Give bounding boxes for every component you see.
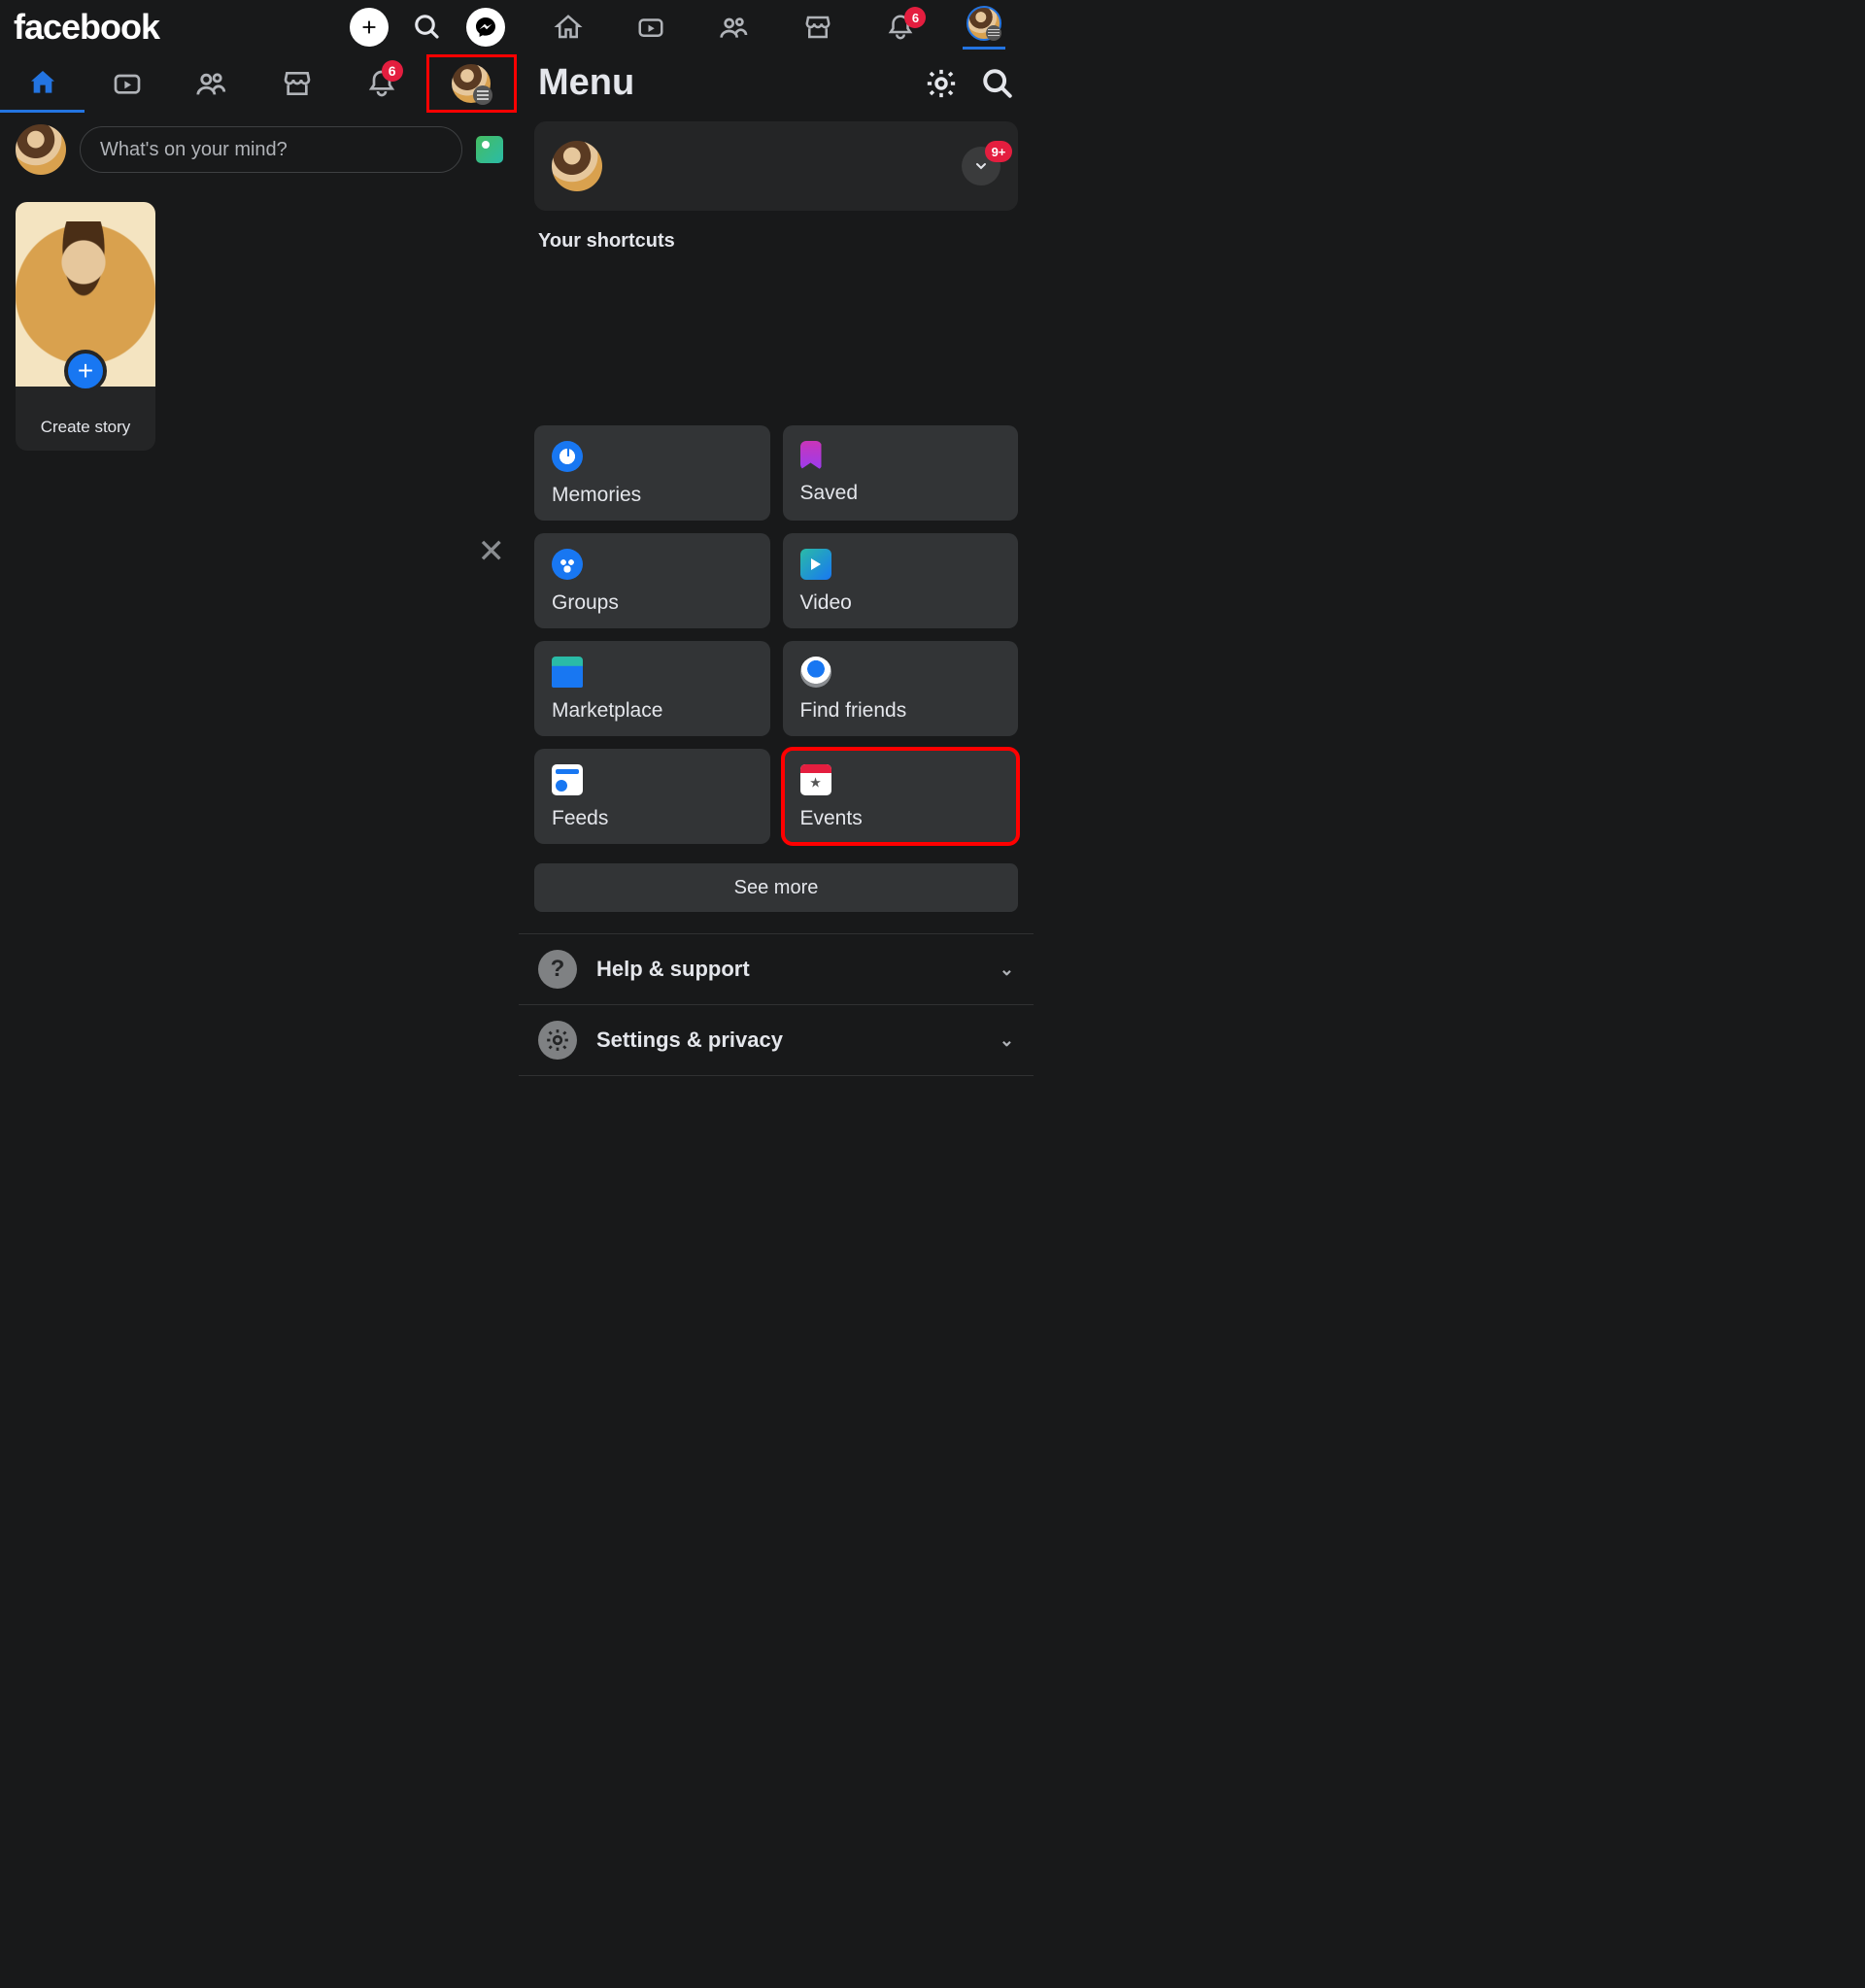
friends-icon bbox=[195, 67, 228, 100]
nav-tabs: 6 bbox=[0, 54, 519, 113]
menu-overlay-icon bbox=[473, 85, 492, 105]
tile-label: Events bbox=[800, 807, 1001, 830]
marketplace-icon bbox=[552, 657, 583, 688]
profile-avatar bbox=[966, 6, 1001, 41]
home-icon bbox=[27, 67, 58, 98]
tile-label: Saved bbox=[800, 482, 1001, 505]
menu-title: Menu bbox=[538, 62, 634, 104]
menu-overlay-icon bbox=[986, 25, 1001, 41]
tile-memories[interactable]: Memories bbox=[534, 425, 770, 521]
tab-notifications[interactable]: 6 bbox=[339, 54, 424, 113]
tile-label: Marketplace bbox=[552, 699, 753, 723]
search-button[interactable] bbox=[981, 67, 1014, 100]
profile-avatar bbox=[452, 64, 491, 103]
rt-friends[interactable] bbox=[713, 12, 756, 43]
notification-badge: 6 bbox=[904, 7, 926, 28]
home-screen: facebook 6 bbox=[0, 0, 519, 1101]
video-icon bbox=[112, 68, 143, 99]
create-button[interactable] bbox=[350, 8, 389, 47]
video-icon bbox=[636, 13, 665, 42]
gear-icon bbox=[538, 1021, 577, 1060]
tile-label: Feeds bbox=[552, 807, 753, 830]
search-icon bbox=[413, 13, 442, 42]
tile-video[interactable]: Video bbox=[783, 533, 1019, 628]
tab-profile-menu[interactable] bbox=[426, 54, 517, 113]
saved-icon bbox=[800, 441, 822, 470]
topbar-actions bbox=[350, 8, 505, 47]
help-icon: ? bbox=[538, 950, 577, 989]
facebook-logo[interactable]: facebook bbox=[14, 7, 326, 48]
messenger-icon bbox=[474, 16, 497, 39]
composer: What's on your mind? bbox=[0, 113, 519, 186]
tile-groups[interactable]: Groups bbox=[534, 533, 770, 628]
messenger-button[interactable] bbox=[466, 8, 505, 47]
accordion-help[interactable]: ? Help & support ⌄ bbox=[519, 934, 1034, 1005]
plus-icon: + bbox=[64, 350, 107, 392]
rt-notifications[interactable]: 6 bbox=[879, 13, 922, 42]
see-more-label: See more bbox=[734, 877, 819, 899]
create-story-label: Create story bbox=[16, 387, 155, 451]
events-icon: ★ bbox=[800, 764, 831, 795]
search-icon bbox=[981, 67, 1014, 100]
menu-header-actions bbox=[925, 67, 1014, 100]
tab-friends[interactable] bbox=[170, 54, 254, 113]
composer-placeholder: What's on your mind? bbox=[100, 139, 288, 161]
search-button[interactable] bbox=[408, 8, 447, 47]
tile-marketplace[interactable]: Marketplace bbox=[534, 641, 770, 736]
accordion: ? Help & support ⌄ Settings & privacy ⌄ bbox=[519, 933, 1034, 1076]
accordion-settings[interactable]: Settings & privacy ⌄ bbox=[519, 1005, 1034, 1076]
tile-events[interactable]: ★ Events bbox=[783, 749, 1019, 844]
right-topbar: 6 bbox=[519, 0, 1034, 54]
close-icon[interactable]: ✕ bbox=[478, 532, 506, 571]
rt-video[interactable] bbox=[629, 13, 672, 42]
marketplace-icon bbox=[803, 13, 832, 42]
profile-avatar bbox=[552, 141, 602, 191]
marketplace-icon bbox=[282, 68, 313, 99]
tile-label: Groups bbox=[552, 591, 753, 615]
menu-header: Menu bbox=[519, 54, 1034, 118]
chevron-down-icon: ⌄ bbox=[1000, 1030, 1014, 1051]
photo-button[interactable] bbox=[476, 136, 503, 163]
tile-find-friends[interactable]: Find friends bbox=[783, 641, 1019, 736]
see-more-button[interactable]: See more bbox=[534, 863, 1018, 912]
menu-grid: Memories Saved Groups Video Marketplace … bbox=[519, 414, 1034, 856]
topbar: facebook bbox=[0, 0, 519, 54]
rt-home[interactable] bbox=[547, 13, 590, 42]
accordion-label: Help & support bbox=[596, 957, 750, 982]
notification-badge: 6 bbox=[382, 60, 403, 82]
profiles-badge: 9+ bbox=[985, 141, 1012, 162]
rt-profile[interactable] bbox=[963, 6, 1005, 50]
tab-video[interactable] bbox=[85, 54, 169, 113]
groups-icon bbox=[552, 549, 583, 580]
settings-button[interactable] bbox=[925, 67, 958, 100]
tile-feeds[interactable]: Feeds bbox=[534, 749, 770, 844]
tab-marketplace[interactable] bbox=[254, 54, 339, 113]
composer-input[interactable]: What's on your mind? bbox=[80, 126, 462, 173]
memories-icon bbox=[552, 441, 583, 472]
chevron-down-icon: ⌄ bbox=[1000, 960, 1014, 980]
tile-label: Memories bbox=[552, 484, 753, 507]
chevron-down-icon bbox=[973, 158, 989, 174]
feeds-icon bbox=[552, 764, 583, 795]
tile-saved[interactable]: Saved bbox=[783, 425, 1019, 521]
plus-icon bbox=[358, 17, 380, 38]
find-friends-icon bbox=[800, 657, 831, 688]
shortcuts-label: Your shortcuts bbox=[519, 224, 1034, 258]
tile-label: Find friends bbox=[800, 699, 1001, 723]
menu-screen: 6 Menu 9+ Your shortcuts Memories Saved bbox=[519, 0, 1034, 1101]
accordion-label: Settings & privacy bbox=[596, 1028, 783, 1053]
video-icon bbox=[800, 549, 831, 580]
profile-card[interactable]: 9+ bbox=[534, 121, 1018, 211]
friends-icon bbox=[719, 12, 750, 43]
home-icon bbox=[554, 13, 583, 42]
gear-icon bbox=[925, 67, 958, 100]
rt-marketplace[interactable] bbox=[797, 13, 839, 42]
tile-label: Video bbox=[800, 591, 1001, 615]
create-story-card[interactable]: + Create story bbox=[16, 202, 155, 451]
composer-avatar[interactable] bbox=[16, 124, 66, 175]
tab-home[interactable] bbox=[0, 54, 85, 113]
